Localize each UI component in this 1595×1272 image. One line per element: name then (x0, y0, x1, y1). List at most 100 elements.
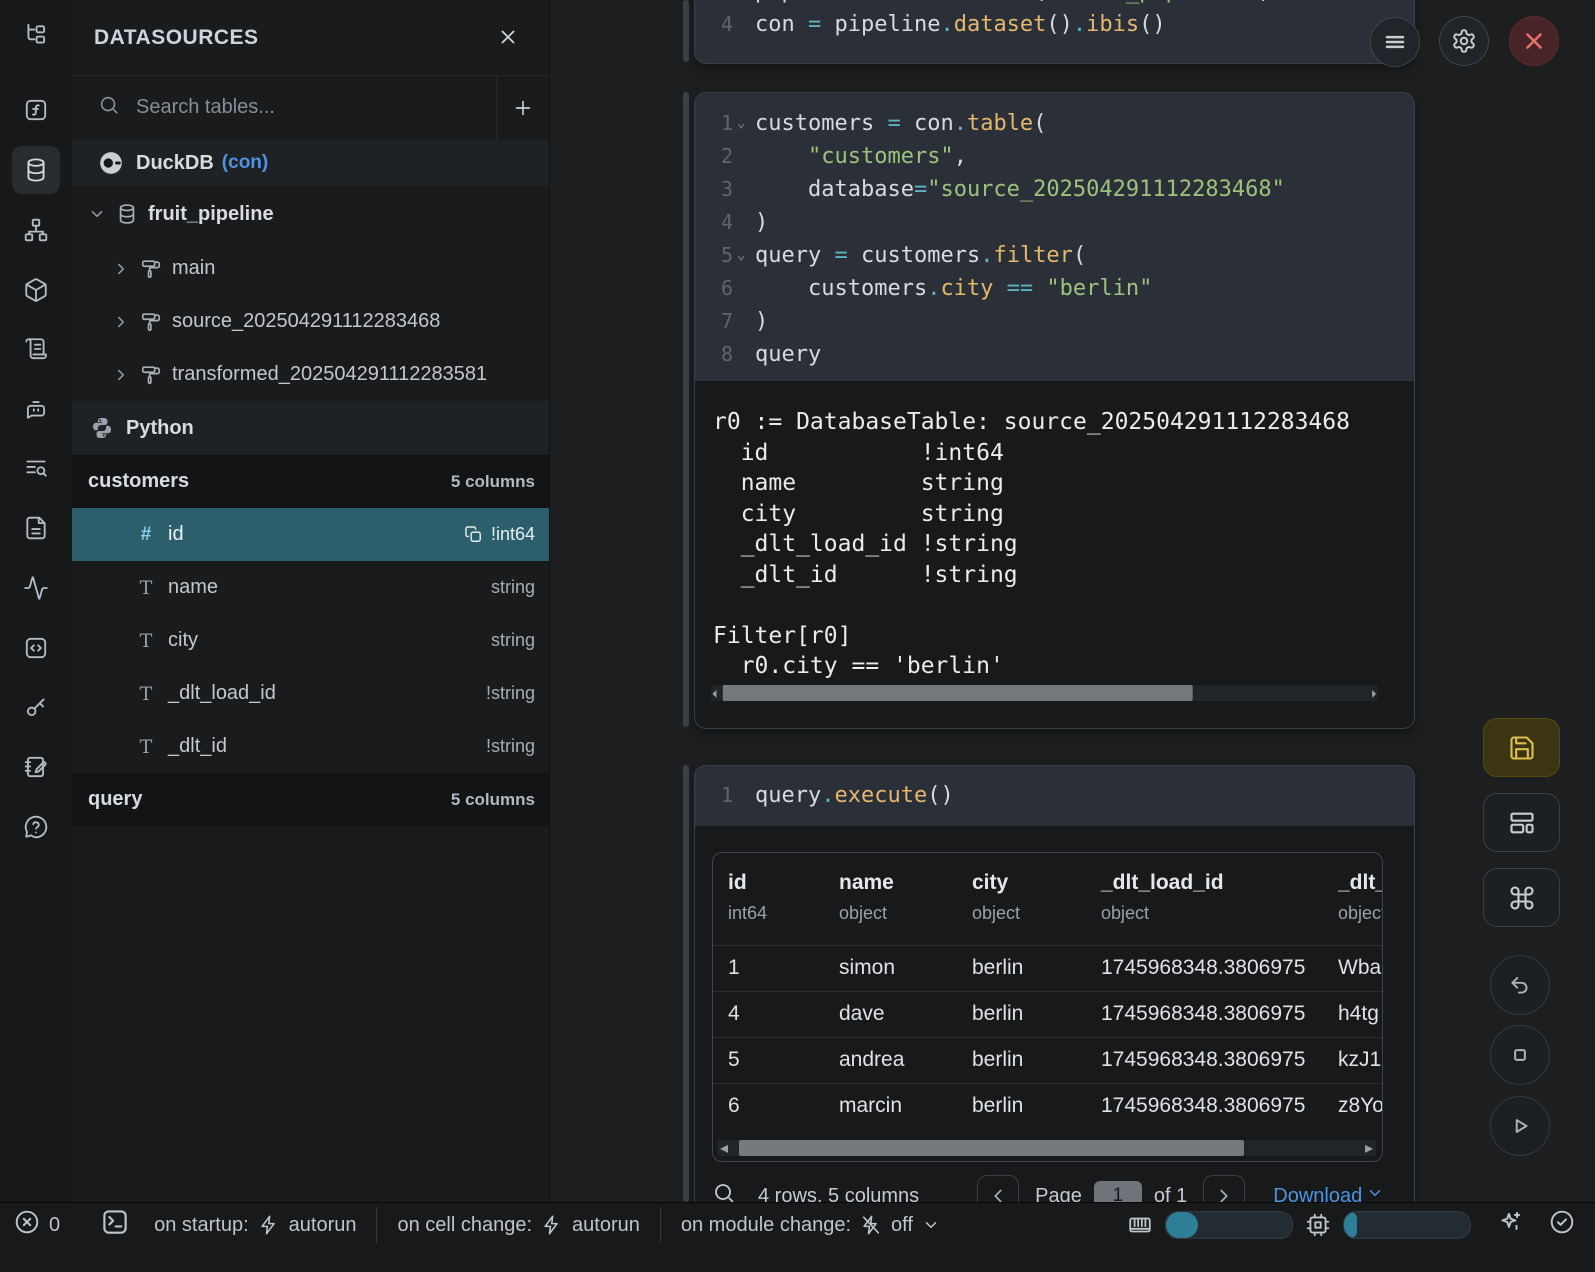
x-icon (497, 26, 519, 48)
code-line-3[interactable]: 3 database="source_202504291112283468" (695, 173, 1414, 206)
chevron-down-icon (1366, 1184, 1384, 1202)
tree-item-main[interactable]: main (72, 242, 549, 295)
code-line-1[interactable]: 1query.execute() (695, 779, 1414, 812)
rail-list-search-button[interactable] (12, 444, 60, 492)
result-column-header[interactable]: id (728, 871, 747, 895)
x-circle-icon (14, 1209, 40, 1241)
check-circle-icon (1549, 1209, 1575, 1235)
scroll-right-arrow[interactable]: ▸ (1371, 685, 1378, 701)
result-table[interactable]: idint64nameobjectcityobject_dlt_load_ido… (712, 852, 1383, 1162)
code-line-5[interactable]: 5⌄query = customers.filter( (695, 239, 1414, 272)
rail-file-text-button[interactable] (12, 504, 60, 552)
column-id-row[interactable]: #id!int64 (72, 508, 549, 561)
column-_dlt_load_id-row[interactable]: T_dlt_load_id!string (72, 667, 549, 720)
save-button[interactable] (1483, 718, 1560, 777)
code-line-4[interactable]: 4con = pipeline.dataset().ibis() (695, 8, 1414, 41)
code-line-4[interactable]: 4) (695, 206, 1414, 239)
undo-button[interactable] (1490, 955, 1550, 1015)
code-line-8[interactable]: 8query (695, 338, 1414, 371)
ai-sparkles-button[interactable] (1497, 1209, 1523, 1241)
rail-file-tree-button[interactable] (12, 11, 60, 59)
paint-roller-icon (140, 258, 162, 280)
datasource-duckdb-row[interactable]: DuckDB(con) (72, 140, 549, 186)
code-line-7[interactable]: 7) (695, 305, 1414, 338)
scroll-left-arrow[interactable]: ◂ (717, 1140, 731, 1156)
rail-code-square-button[interactable] (12, 624, 60, 672)
cell-indicator (683, 92, 689, 727)
settings-button[interactable] (1439, 16, 1489, 66)
result-column-header[interactable]: city (972, 871, 1008, 895)
code-line-2[interactable]: 2 "customers", (695, 140, 1414, 173)
connection-status-icon[interactable] (1549, 1209, 1575, 1241)
scroll-thumb[interactable] (723, 685, 1193, 701)
result-table-row[interactable]: 1simonberlin1745968348.3806975Wba (713, 945, 1382, 991)
result-table-row[interactable]: 6marcinberlin1745968348.3806975z8Yo (713, 1083, 1382, 1129)
result-cell: h4tg (1338, 1002, 1379, 1026)
scroll-track[interactable] (718, 685, 1371, 701)
rail-scroll-text-button[interactable] (12, 325, 60, 373)
stop-icon (1507, 1042, 1533, 1068)
rail-function-square-button[interactable] (12, 86, 60, 134)
table-horizontal-scrollbar[interactable]: ◂ ▸ (717, 1140, 1376, 1156)
statusbar-item-autorun[interactable]: on startup:autorun (154, 1214, 356, 1237)
result-column-header[interactable]: _dlt_load_id (1101, 871, 1224, 895)
text-type-icon: T (136, 630, 156, 652)
rail-database-button[interactable] (12, 146, 60, 194)
result-column-header[interactable]: _dlt_id (1338, 871, 1383, 895)
rail-package-button[interactable] (12, 266, 60, 314)
rail-activity-button[interactable] (12, 564, 60, 612)
code-cell-2[interactable]: 1⌄customers = con.table(2 "customers",3 … (694, 92, 1415, 729)
rail-network-button[interactable] (12, 206, 60, 254)
tree-label: main (172, 257, 215, 280)
search-input[interactable] (134, 95, 496, 120)
command-palette-button[interactable] (1483, 868, 1560, 927)
tree-item-transformed_202504291112283581[interactable]: transformed_202504291112283581 (72, 348, 549, 401)
chevron-down-icon (88, 205, 106, 223)
line-number: 2 (705, 140, 733, 173)
rail-bot-button[interactable] (12, 384, 60, 432)
column-_dlt_id-row[interactable]: T_dlt_id!string (72, 720, 549, 773)
scroll-left-arrow[interactable]: ◂ (711, 685, 718, 701)
shutdown-button[interactable] (1509, 16, 1559, 66)
add-datasource-button[interactable] (496, 75, 549, 140)
scroll-thumb[interactable] (739, 1140, 1244, 1156)
code-cell-1[interactable]: 3pipeline = dlt.attach("fruit_pipeline")… (694, 0, 1415, 64)
stop-button[interactable] (1490, 1025, 1550, 1085)
rail-notebook-pen-button[interactable] (12, 743, 60, 791)
code-line-6[interactable]: 6 customers.city == "berlin" (695, 272, 1414, 305)
scroll-right-arrow[interactable]: ▸ (1362, 1140, 1376, 1156)
statusbar-value: off (891, 1214, 913, 1237)
column-name-row[interactable]: Tnamestring (72, 561, 549, 614)
command-icon (1508, 884, 1536, 912)
fold-chevron-icon[interactable]: ⌄ (737, 107, 745, 140)
terminal-button[interactable] (100, 1207, 130, 1243)
line-number: 8 (705, 338, 733, 371)
result-table-row[interactable]: 4daveberlin1745968348.3806975h4tg (713, 991, 1382, 1037)
result-column-header[interactable]: name (839, 871, 894, 895)
menu-button[interactable] (1370, 17, 1420, 67)
column-type: !string (486, 683, 535, 704)
tree-item-fruit_pipeline[interactable]: fruit_pipeline (72, 186, 549, 242)
scroll-track[interactable] (731, 1140, 1362, 1156)
tree-item-source_202504291112283468[interactable]: source_202504291112283468 (72, 295, 549, 348)
rail-key-button[interactable] (12, 683, 60, 731)
table-query-row[interactable]: query5 columns (72, 773, 549, 826)
errors-indicator[interactable]: 0 (14, 1209, 60, 1241)
code-line-1[interactable]: 1⌄customers = con.table( (695, 107, 1414, 140)
datasource-python-row[interactable]: Python (72, 401, 549, 455)
statusbar-item-off[interactable]: on module change:off (681, 1214, 940, 1237)
fold-chevron-icon[interactable]: ⌄ (737, 239, 745, 272)
column-city-row[interactable]: Tcitystring (72, 614, 549, 667)
copy-icon[interactable] (464, 525, 483, 544)
layout-button[interactable] (1483, 793, 1560, 852)
close-panel-button[interactable] (497, 26, 519, 53)
statusbar-item-autorun[interactable]: on cell change:autorun (397, 1214, 639, 1237)
run-button[interactable] (1490, 1096, 1550, 1156)
horizontal-scrollbar[interactable]: ◂ ▸ (711, 685, 1378, 701)
plus-icon (512, 97, 534, 119)
result-table-row[interactable]: 5andreaberlin1745968348.3806975kzJ1 (713, 1037, 1382, 1083)
panel-header: DATASOURCES (72, 0, 549, 76)
table-customers-row[interactable]: customers5 columns (72, 455, 549, 508)
rail-help-circle-button[interactable] (12, 803, 60, 851)
code-line-3[interactable]: 3pipeline = dlt.attach("fruit_pipeline") (695, 0, 1414, 8)
